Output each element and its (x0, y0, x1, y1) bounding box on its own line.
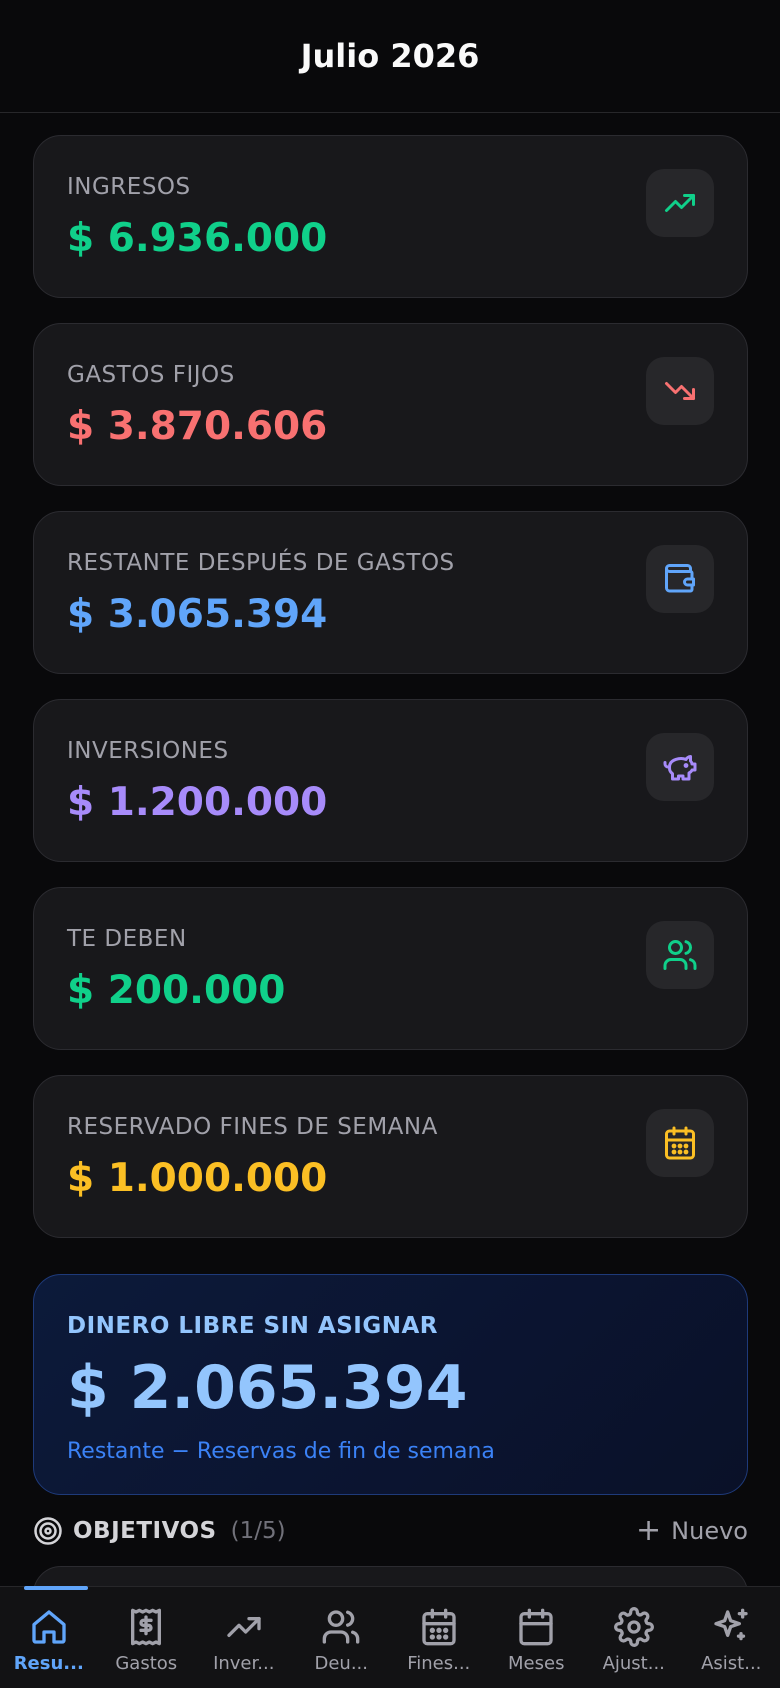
calendar-grid-icon (422, 1608, 456, 1646)
nav-item-expenses[interactable]: Gastos (98, 1587, 196, 1688)
nav-label-debts: Deu... (314, 1653, 368, 1674)
trending-up-icon (646, 169, 714, 237)
objectives-count: (1/5) (230, 1518, 286, 1544)
gear-icon (613, 1607, 654, 1647)
objectives-title: OBJETIVOS (73, 1518, 217, 1544)
home-icon (32, 1610, 66, 1644)
objectives-header: OBJETIVOS (1/5) + Nuevo (33, 1509, 748, 1553)
piggy-bank-icon (646, 733, 714, 801)
nav-label-months: Meses (508, 1653, 565, 1674)
owed-to-you-label: TE DEBEN (67, 926, 187, 952)
plus-icon: + (636, 1513, 662, 1548)
investments-value: $ 1.200.000 (67, 780, 328, 825)
nav-item-assistant[interactable]: Asist... (683, 1587, 780, 1688)
nav-label-investments: Inver... (213, 1653, 275, 1674)
new-objective-button[interactable]: + Nuevo (636, 1516, 748, 1546)
nav-label-expenses: Gastos (115, 1653, 178, 1674)
nav-item-summary[interactable]: Resu... (0, 1586, 98, 1688)
free-money-label: DINERO LIBRE SIN ASIGNAR (67, 1313, 438, 1339)
fixed-expenses-card[interactable]: GASTOS FIJOS $ 3.870.606 (33, 323, 748, 486)
weekend-reserve-value: $ 1.000.000 (67, 1156, 328, 1201)
nav-item-weekends[interactable]: Fines... (390, 1587, 488, 1688)
weekend-reserve-label: RESERVADO FINES DE SEMANA (67, 1114, 438, 1140)
trending-down-icon (646, 357, 714, 425)
nav-item-debts[interactable]: Deu... (293, 1587, 391, 1688)
top-bar: Julio 2026 (0, 0, 780, 113)
nav-label-summary: Resu... (13, 1653, 84, 1674)
free-money-subtitle: Restante − Reservas de fin de semana (67, 1439, 495, 1464)
free-money-card[interactable]: DINERO LIBRE SIN ASIGNAR $ 2.065.394 Res… (33, 1274, 748, 1495)
target-icon (34, 1517, 62, 1545)
sparkles-icon (714, 1608, 748, 1641)
income-value: $ 6.936.000 (67, 216, 328, 261)
nav-label-settings: Ajust... (602, 1653, 665, 1674)
nav-item-months[interactable]: Meses (488, 1587, 586, 1688)
weekend-reserve-card[interactable]: RESERVADO FINES DE SEMANA $ 1.000.000 (33, 1075, 748, 1238)
bottom-nav: Resu... Gastos Inver... Deu... Fines... (0, 1586, 780, 1688)
fixed-expenses-label: GASTOS FIJOS (67, 362, 235, 388)
calendar-icon (519, 1608, 553, 1646)
wallet-icon (646, 545, 714, 613)
free-money-value: $ 2.065.394 (67, 1353, 468, 1423)
users-icon (322, 1610, 360, 1644)
income-card[interactable]: INGRESOS $ 6.936.000 (33, 135, 748, 298)
receipt-icon (131, 1608, 162, 1646)
owed-to-you-value: $ 200.000 (67, 968, 286, 1013)
trending-up-icon (227, 1617, 261, 1637)
remaining-card[interactable]: RESTANTE DESPUÉS DE GASTOS $ 3.065.394 (33, 511, 748, 674)
nav-label-weekends: Fines... (407, 1653, 471, 1674)
objective-card[interactable] (33, 1566, 748, 1586)
income-label: INGRESOS (67, 174, 191, 200)
main-content[interactable]: INGRESOS $ 6.936.000 GASTOS FIJOS $ 3.87… (0, 114, 780, 1586)
investments-card[interactable]: INVERSIONES $ 1.200.000 (33, 699, 748, 862)
investments-label: INVERSIONES (67, 738, 229, 764)
nav-item-settings[interactable]: Ajust... (585, 1587, 683, 1688)
owed-to-you-card[interactable]: TE DEBEN $ 200.000 (33, 887, 748, 1050)
fixed-expenses-value: $ 3.870.606 (67, 404, 328, 449)
users-icon (646, 921, 714, 989)
calendar-icon (646, 1109, 714, 1177)
page-title: Julio 2026 (300, 37, 480, 75)
nav-item-investments[interactable]: Inver... (195, 1587, 293, 1688)
remaining-value: $ 3.065.394 (67, 592, 328, 637)
nav-label-assistant: Asist... (701, 1653, 762, 1674)
new-objective-label: Nuevo (671, 1517, 748, 1545)
remaining-label: RESTANTE DESPUÉS DE GASTOS (67, 550, 455, 576)
